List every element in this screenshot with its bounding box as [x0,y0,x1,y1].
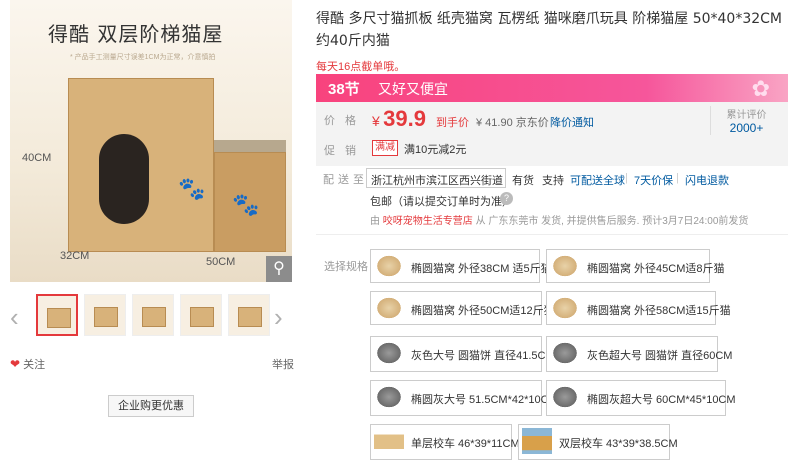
shipping-info: 由 咬呀宠物生活专营店 从 广东东莞市 发货, 并提供售后服务. 预计3月7日2… [370,212,748,227]
thumbnail[interactable] [228,294,270,336]
spec-option[interactable]: 椭圆灰大号 51.5CM*42*10CM [370,380,558,416]
promo-line: 每天16点截单哦。 [316,61,406,73]
festival-banner: 38节 又好又便宜 ✿ [316,74,788,102]
cat-house-body [68,78,214,252]
rating-summary[interactable]: 累计评价 2000+ [710,106,782,135]
support-label: 支持 [542,175,564,187]
product-title: 得酷 多尺寸猫抓板 纸壳猫窝 瓦楞纸 猫咪磨爪玩具 阶梯猫屋 50*40*32C… [316,11,782,49]
address-selector[interactable]: 浙江杭州市滨江区西兴街道 ⌄ [366,168,506,188]
promo-label: 促销 [324,145,366,157]
price-number: 39.9 [383,106,426,131]
blossom-icon: ✿ [751,76,770,101]
spec-option-label: 椭圆灰超大号 60CM*45*10CM [587,394,736,406]
spec-thumbnail [550,384,580,410]
spec-label: 选择规格 [324,261,368,273]
price-value: ¥ 39.9 [372,106,426,132]
spec-option[interactable]: 单层校车 46*39*11CM [370,424,520,460]
thumbnail-image [94,307,118,327]
spec-option[interactable]: 椭圆猫窝 外径38CM 适5斤猫 [370,249,552,283]
spec-option-label: 双层校车 43*39*38.5CM [559,438,678,450]
address-text: 浙江杭州市滨江区西兴街道 [371,175,503,187]
thumbnail[interactable] [180,294,222,336]
stock-status: 有货 [512,175,534,187]
dimension-depth: 32CM [60,250,90,262]
spec-option[interactable]: 椭圆猫窝 外径50CM适12斤猫 [370,291,555,325]
delivery-label: 配送至 [323,174,368,186]
spec-option[interactable]: 灰色超大号 圆猫饼 直径60CM [546,336,732,372]
help-icon[interactable]: ? [500,192,513,205]
service-price-protect[interactable]: 7天价保 [634,172,673,188]
image-brand-text: 得酷 双层阶梯猫屋 [48,22,224,46]
follow-label: 关注 [23,359,46,371]
paw-print-icon: 🐾 [178,176,206,201]
image-disclaimer: * 产品手工测量尺寸误差1CM为正常，介意慎拍 [70,54,216,61]
divider: | [676,172,679,184]
spec-option-label: 灰色超大号 圆猫饼 直径60CM [587,350,733,362]
service-global-delivery[interactable]: 可配送全球 [570,172,625,188]
thumbnail-image [190,307,214,327]
report-link[interactable]: 举报 [272,356,294,372]
rating-label: 累计评价 [726,110,767,121]
price-label: 价格 [324,115,366,127]
ship-prefix: 由 [370,216,380,227]
spec-option-label: 灰色大号 圆猫饼 直径41.5CM [411,350,555,362]
promo-tag: 满减 [372,140,398,156]
thumbnail[interactable] [84,294,126,336]
festival-tag: 38节 [328,81,360,98]
follow-button[interactable]: ❤ 关注 [10,356,45,372]
spec-option[interactable]: 双层校车 43*39*38.5CM [518,424,678,460]
thumbnail[interactable] [36,294,78,336]
to-hand-label: 到手价 [436,117,469,129]
service-fast-refund[interactable]: 闪电退款 [685,172,729,188]
festival-slogan: 又好又便宜 [378,81,448,97]
dimension-width: 50CM [206,256,236,268]
spec-thumbnail [374,340,404,366]
spec-thumbnail [550,295,580,321]
price-panel: 价格 ¥ 39.9 到手价 ¥ 41.90 京东价 降价通知 累计评价 2000… [316,102,788,166]
spec-option[interactable]: 椭圆猫窝 外径45CM适8斤猫 [546,249,725,283]
chevron-down-icon: ⌄ [491,172,501,184]
spec-thumbnail [374,253,404,279]
cat-house-door [99,134,149,224]
promo-text: 满10元减2元 [404,144,467,156]
free-shipping-note: 包邮（请以提交订单时为准） [370,196,513,208]
thumbnail-strip: ‹ › [10,294,292,342]
rating-count[interactable]: 2000+ [711,121,782,135]
spec-option-label: 椭圆猫窝 外径38CM 适5斤猫 [411,263,552,275]
spec-thumbnail [374,428,404,454]
thumbnail[interactable] [132,294,174,336]
dimension-height: 40CM [22,152,52,164]
spec-thumbnail [374,295,404,321]
spec-thumbnail [550,340,580,366]
bulk-purchase-button[interactable]: 企业购更优惠 [108,395,194,417]
magnifier-icon[interactable]: ⚲ [266,256,292,282]
spec-option[interactable]: 椭圆灰超大号 60CM*45*10CM [546,380,736,416]
divider: | [625,172,628,184]
main-product-image[interactable]: 得酷 双层阶梯猫屋 * 产品手工测量尺寸误差1CM为正常，介意慎拍 🐾 🐾 40… [10,0,292,282]
thumbnail-image [47,308,71,328]
shop-link[interactable]: 咬呀宠物生活专营店 [383,216,473,227]
spec-thumbnail [374,384,404,410]
spec-option[interactable]: 椭圆猫窝 外径58CM适15斤猫 [546,291,731,325]
price-drop-notify-link[interactable]: 降价通知 [550,114,594,130]
divider [316,234,788,235]
spec-option-label: 椭圆猫窝 外径58CM适15斤猫 [587,305,731,317]
thumb-prev-arrow-icon[interactable]: ‹ [10,304,19,330]
ship-suffix: 从 广东东莞市 发货, 并提供售后服务. 预计3月7日24:00前发货 [475,216,749,227]
spec-option-label: 单层校车 46*39*11CM [411,438,520,450]
spec-thumbnail [550,253,580,279]
paw-print-icon: 🐾 [232,192,260,217]
jd-price: ¥ 41.90 京东价 [476,117,549,129]
spec-option-label: 椭圆猫窝 外径50CM适12斤猫 [411,305,555,317]
thumb-next-arrow-icon[interactable]: › [274,304,283,330]
spec-option[interactable]: 灰色大号 圆猫饼 直径41.5CM [370,336,555,372]
spec-option-label: 椭圆猫窝 外径45CM适8斤猫 [587,263,725,275]
spec-option-label: 椭圆灰大号 51.5CM*42*10CM [411,394,558,406]
thumbnail-image [142,307,166,327]
spec-thumbnail [522,428,552,454]
currency-symbol: ¥ [372,113,380,129]
heart-icon: ❤ [10,357,21,371]
thumbnail-image [238,307,262,327]
